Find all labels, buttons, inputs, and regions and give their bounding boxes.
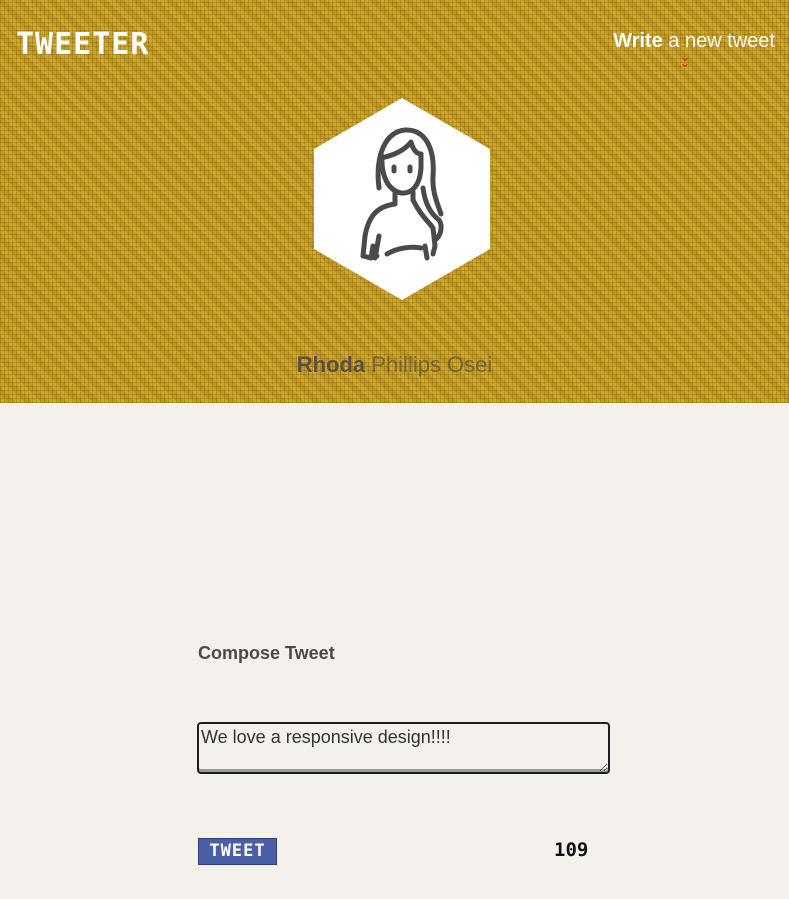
last-name: Phillips Osei [365, 352, 493, 377]
first-name: Rhoda [296, 352, 366, 377]
logo[interactable]: TWEETER [16, 30, 149, 60]
tweet-input[interactable]: We love a responsive design!!!! [197, 722, 610, 774]
woman-avatar-icon [314, 98, 490, 300]
profile-name: Rhoda Phillips Osei [0, 352, 789, 378]
profile-header: TWEETER Write a new tweet ⌄ ⌄ Rhoda Phil… [0, 0, 789, 403]
write-link-rest: a new tweet [662, 30, 775, 52]
write-new-tweet-link[interactable]: Write a new tweet [613, 30, 775, 53]
write-link-bold: Write [613, 30, 663, 52]
compose-title: Compose Tweet [198, 643, 335, 663]
double-chevron-down-icon[interactable]: ⌄ ⌄ [679, 51, 691, 69]
character-counter: 109 [554, 839, 589, 861]
tweet-button[interactable]: TWEET [198, 838, 277, 865]
avatar [313, 96, 491, 302]
